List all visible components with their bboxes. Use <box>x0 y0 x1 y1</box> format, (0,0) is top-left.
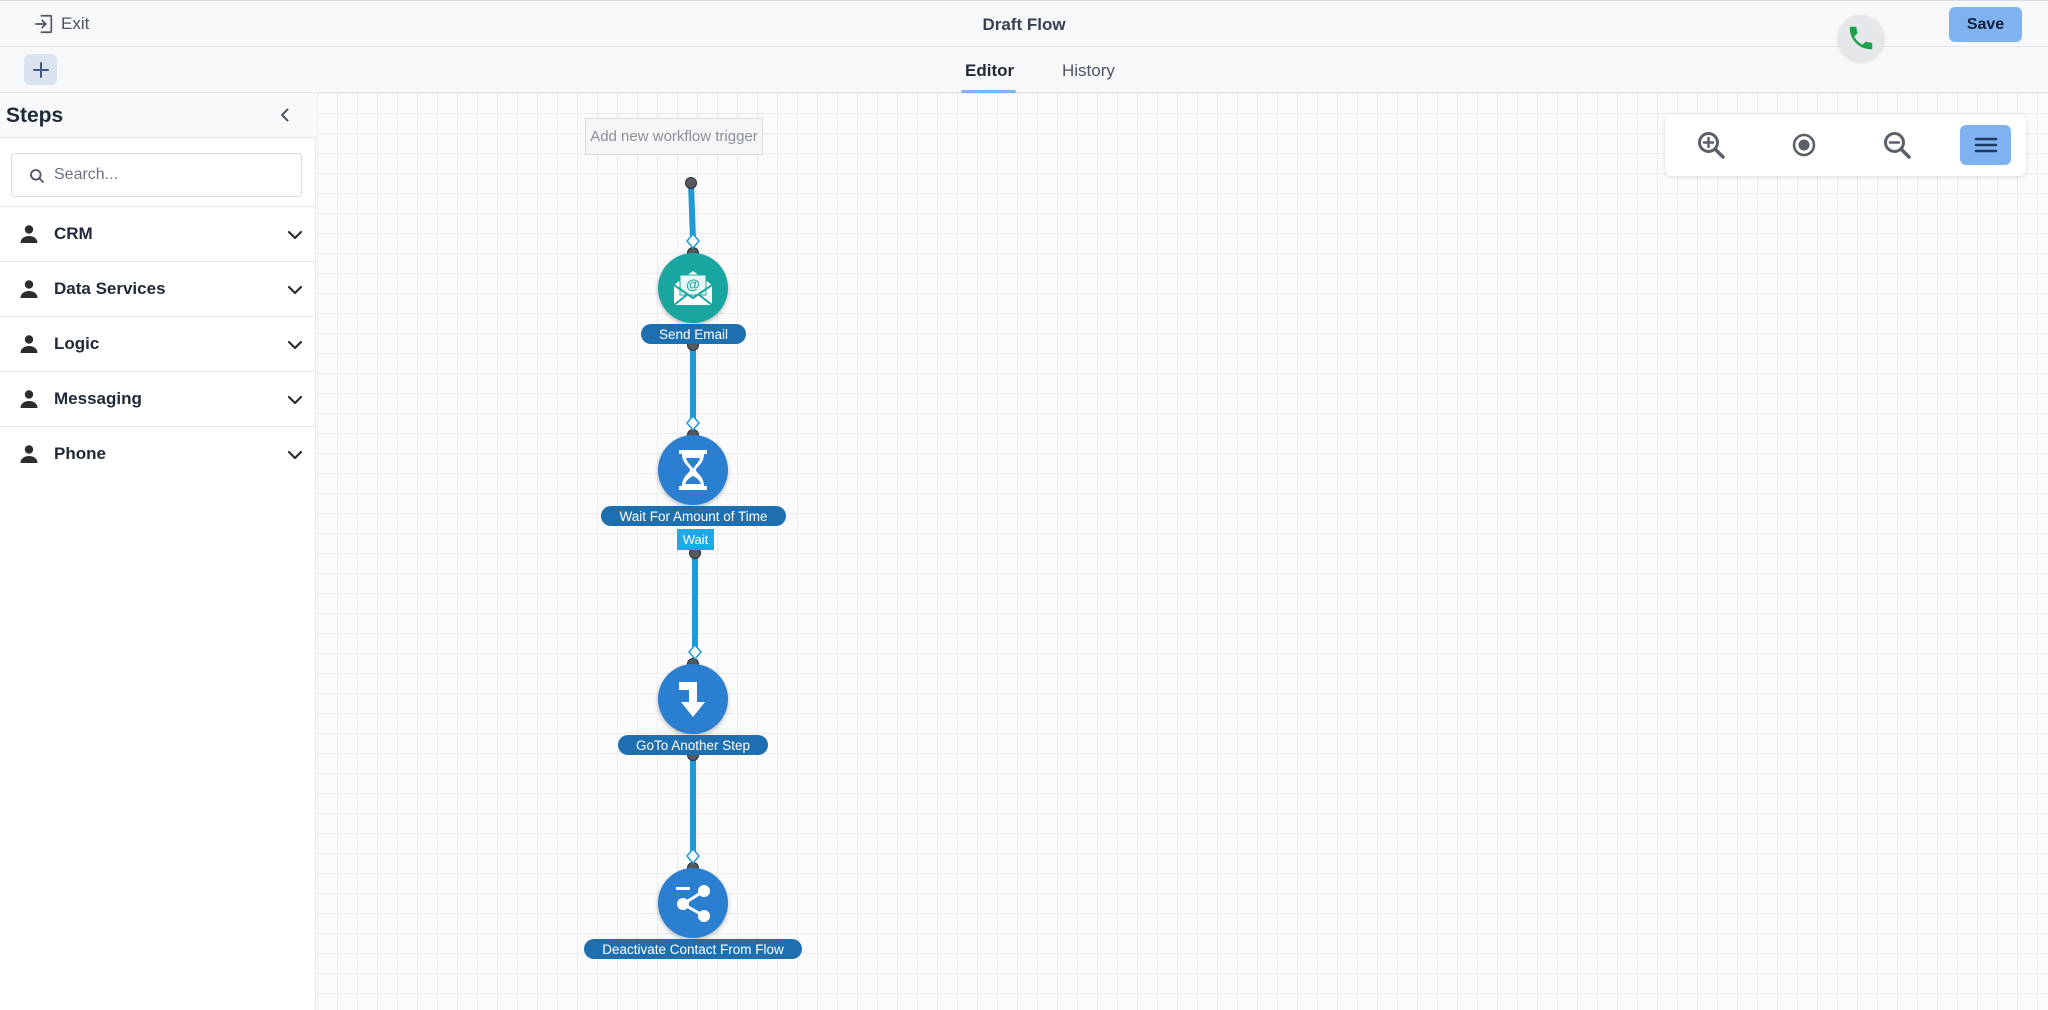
zoom-out-button[interactable] <box>1877 125 1917 165</box>
wait-node[interactable] <box>658 435 728 505</box>
connector-handle <box>685 177 697 189</box>
tab-history[interactable]: History <box>1062 61 1115 81</box>
chevron-down-icon <box>287 340 303 350</box>
share-icon <box>676 885 710 922</box>
search-field[interactable] <box>11 153 302 197</box>
zoom-in-icon <box>1698 132 1725 159</box>
connector-arrow <box>688 643 702 661</box>
category-phone[interactable]: Phone <box>0 427 316 482</box>
flow-connectors <box>685 177 702 874</box>
connector-line <box>688 180 696 243</box>
chevron-down-icon <box>287 230 303 240</box>
goto-step-node[interactable] <box>658 664 728 734</box>
person-icon <box>20 335 38 353</box>
tab-bar: Editor History <box>0 47 2048 93</box>
connector-arrow <box>686 847 700 865</box>
category-label: Data Services <box>54 279 166 298</box>
sidebar-title: Steps <box>6 104 64 127</box>
deactivate-node[interactable] <box>658 868 728 938</box>
search-input[interactable] <box>54 164 294 186</box>
category-label: Logic <box>54 334 100 353</box>
category-crm[interactable]: CRM <box>0 207 316 262</box>
menu-button[interactable] <box>1960 125 2011 165</box>
person-icon <box>20 280 38 298</box>
phone-icon <box>1849 26 1873 50</box>
top-bar: Exit Draft Flow Save <box>0 0 2048 47</box>
category-logic[interactable]: Logic <box>0 317 316 372</box>
category-label: Phone <box>54 444 106 463</box>
node-label[interactable]: Deactivate Contact From Flow <box>584 939 802 959</box>
chevron-down-icon <box>287 450 303 460</box>
steps-sidebar: Steps CRM Data Services Logic Messaging … <box>0 93 316 1010</box>
node-label[interactable]: Wait For Amount of Time <box>601 506 786 526</box>
add-button[interactable] <box>24 54 57 85</box>
goto-arrow-icon <box>679 682 705 717</box>
phone-button[interactable] <box>1838 15 1884 61</box>
category-data-services[interactable]: Data Services <box>0 262 316 317</box>
node-label[interactable]: Send Email <box>641 324 746 344</box>
email-icon: @ <box>673 271 713 306</box>
hourglass-icon <box>679 450 707 490</box>
flow-canvas[interactable]: Add new workflow trigger @ Send Email Wa… <box>317 93 2048 1010</box>
person-icon <box>20 390 38 408</box>
exit-button[interactable]: Exit <box>33 13 89 35</box>
connector-arrow <box>686 232 700 250</box>
category-label: Messaging <box>54 389 142 408</box>
node-label[interactable]: GoTo Another Step <box>618 735 768 755</box>
plus-icon <box>32 61 49 78</box>
page-title: Draft Flow <box>982 15 1066 34</box>
person-icon <box>20 445 38 463</box>
zoom-out-icon <box>1884 132 1911 159</box>
zoom-in-button[interactable] <box>1691 125 1731 165</box>
person-icon <box>20 225 38 243</box>
save-button[interactable]: Save <box>1949 7 2022 42</box>
category-messaging[interactable]: Messaging <box>0 372 316 427</box>
exit-icon <box>34 14 53 34</box>
wait-tag: Wait <box>677 529 714 550</box>
search-icon <box>30 169 44 183</box>
center-icon <box>1792 133 1816 157</box>
zoom-controls <box>1665 114 2026 176</box>
menu-icon <box>1974 137 1997 153</box>
chevron-down-icon <box>287 285 303 295</box>
connector-arrow <box>686 414 700 432</box>
category-label: CRM <box>54 224 93 243</box>
sidebar-header: Steps <box>0 93 316 138</box>
tab-editor[interactable]: Editor <box>965 61 1014 81</box>
center-view-button[interactable] <box>1784 125 1824 165</box>
chevron-down-icon <box>287 395 303 405</box>
exit-label: Exit <box>61 14 90 33</box>
send-email-node[interactable]: @ <box>658 253 728 323</box>
chevron-left-icon[interactable] <box>275 105 295 125</box>
svg-text:@: @ <box>686 276 700 292</box>
